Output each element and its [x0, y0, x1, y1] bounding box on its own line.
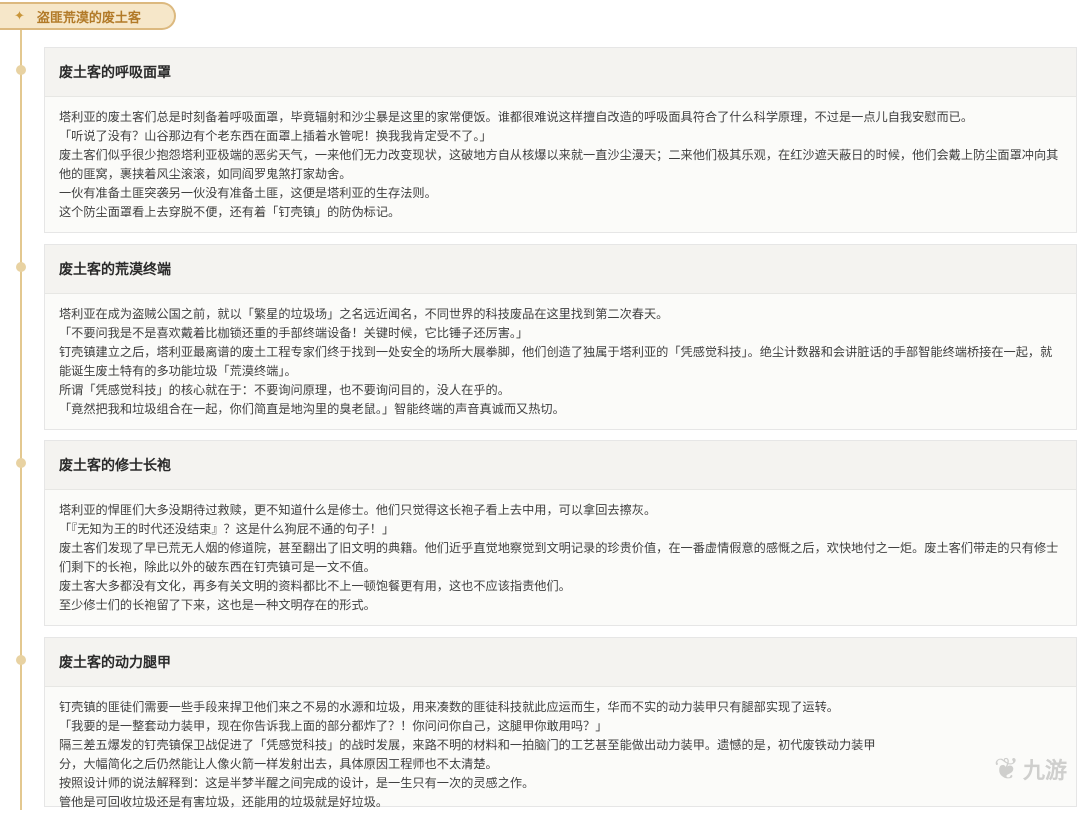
relic-card-description: 塔利亚的废土客们总是时刻备着呼吸面罩，毕竟辐射和沙尘暴是这里的家常便饭。谁都很难…	[45, 97, 1076, 232]
watermark-text: 九游	[1022, 759, 1067, 784]
description-line: 「竟然把我和垃圾组合在一起，你们简直是地沟里的臭老鼠。」智能终端的声音真诚而又热…	[59, 402, 565, 416]
description-line: 所谓「凭感觉科技」的核心就在于：不要询问原理，也不要询问目的，没人在乎的。	[59, 383, 510, 397]
description-line: 至少修士们的长袍留了下来，这也是一种文明存在的形式。	[59, 598, 376, 612]
relic-card-description: 塔利亚在成为盗贼公国之前，就以「繁星的垃圾场」之名远近闻名，不同世界的科技废品在…	[45, 294, 1076, 429]
relic-card-breathing-mask: 废土客的呼吸面罩 塔利亚的废土客们总是时刻备着呼吸面罩，毕竟辐射和沙尘暴是这里的…	[44, 47, 1077, 233]
description-line: 这个防尘面罩看上去穿脱不便，还有着「钉壳镇」的防伪标记。	[59, 205, 401, 219]
jiuyou-logo-icon: ❦	[993, 751, 1019, 787]
description-line: 钉壳镇建立之后，塔利亚最离谱的废土工程专家们终于找到一处安全的场所大展拳脚，他们…	[59, 345, 1053, 378]
sparkle-icon: ✦	[14, 8, 25, 24]
description-line: 「『无知为王的时代还没结束』？这是什么狗屁不通的句子！」	[59, 522, 395, 536]
description-line: 废土客们似乎很少抱怨塔利亚极端的恶劣天气，一来他们无力改变现状，这破地方自从核爆…	[59, 148, 1059, 181]
set-name-tab[interactable]: ✦ 盗匪荒漠的废土客	[0, 2, 176, 30]
relic-card-title: 废土客的呼吸面罩	[45, 48, 1076, 97]
timeline-dot	[16, 458, 26, 468]
description-line: 塔利亚的废土客们总是时刻备着呼吸面罩，毕竟辐射和沙尘暴是这里的家常便饭。谁都很难…	[59, 110, 974, 124]
site-watermark: ❦ 九游	[907, 739, 1067, 799]
relic-card-description: 塔利亚的悍匪们大多没期待过救赎，更不知道什么是修士。他们只觉得这长袍子看上去中用…	[45, 490, 1076, 625]
description-line: 「听说了没有？山谷那边有个老东西在面罩上插着水管呢！换我我肯定受不了。」	[59, 129, 492, 143]
timeline-dot	[16, 262, 26, 272]
description-line: 废土客们发现了早已荒无人烟的修道院，甚至翻出了旧文明的典籍。他们近乎直觉地察觉到…	[59, 541, 1059, 574]
description-line: 「不要问我是不是喜欢戴着比枷锁还重的手部终端设备！关键时候，它比锤子还厉害。」	[59, 326, 529, 340]
set-name-title: 盗匪荒漠的废土客	[36, 10, 141, 26]
description-line: 钉壳镇的匪徒们需要一些手段来捍卫他们来之不易的水源和垃圾，用来凑数的匪徒科技就此…	[59, 700, 839, 714]
description-line: 「我要的是一整套动力装甲，现在你告诉我上面的部分都炸了？！你问问你自己，这腿甲你…	[59, 719, 608, 733]
relic-card-title: 废土客的动力腿甲	[45, 638, 1076, 687]
description-line: 一伙有准备土匪突袭另一伙没有准备土匪，这便是塔利亚的生存法则。	[59, 186, 437, 200]
timeline-line	[20, 30, 22, 810]
relic-card-friar-robe: 废土客的修士长袍 塔利亚的悍匪们大多没期待过救赎，更不知道什么是修士。他们只觉得…	[44, 440, 1077, 626]
timeline-dot	[16, 655, 26, 665]
relic-card-title: 废土客的修士长袍	[45, 441, 1076, 490]
description-line: 塔利亚在成为盗贼公国之前，就以「繁星的垃圾场」之名远近闻名，不同世界的科技废品在…	[59, 307, 669, 321]
relic-card-title: 废土客的荒漠终端	[45, 245, 1076, 294]
timeline-dot	[16, 65, 26, 75]
description-line: 废土客大多都没有文化，再多有关文明的资料都比不上一顿饱餐更有用，这也不应该指责他…	[59, 579, 571, 593]
description-line: 塔利亚的悍匪们大多没期待过救赎，更不知道什么是修士。他们只觉得这长袍子看上去中用…	[59, 503, 657, 517]
relic-card-desert-terminal: 废土客的荒漠终端 塔利亚在成为盗贼公国之前，就以「繁星的垃圾场」之名远近闻名，不…	[44, 244, 1077, 430]
